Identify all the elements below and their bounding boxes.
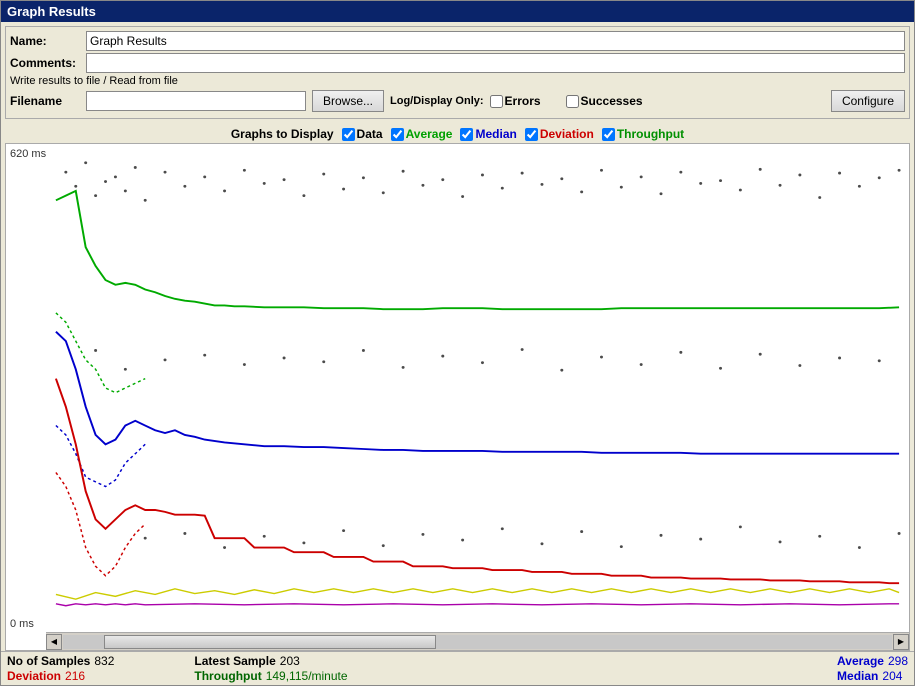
average-checkbox-label[interactable]: Average — [391, 127, 453, 141]
comments-label: Comments: — [10, 56, 80, 70]
yellow-line — [56, 589, 899, 599]
average-label: Average — [837, 654, 884, 668]
data-checkbox[interactable] — [342, 128, 355, 141]
no-of-samples-item: No of Samples 832 — [7, 654, 114, 668]
data-series — [64, 161, 900, 549]
browse-button[interactable]: Browse... — [312, 90, 384, 112]
write-results-label: Write results to file / Read from file — [10, 75, 905, 87]
config-panel: Name: Comments: Write results to file / … — [5, 26, 910, 119]
average-checkbox[interactable] — [391, 128, 404, 141]
window-title: Graph Results — [7, 4, 96, 19]
throughput-value: 149,115/minute — [266, 669, 348, 683]
status-col-3: Average 298 Median 204 — [837, 654, 908, 683]
log-display-section: Log/Display Only: Errors Successes — [390, 94, 643, 108]
average-label: Average — [406, 127, 453, 141]
scroll-thumb[interactable] — [104, 635, 436, 649]
status-bar: No of Samples 832 Deviation 216 Latest S… — [1, 651, 914, 685]
no-of-samples-value: 832 — [94, 654, 114, 668]
errors-checkbox[interactable] — [490, 95, 503, 108]
deviation-label: Deviation — [540, 127, 594, 141]
y-axis-max-label: 620 ms — [10, 148, 46, 160]
deviation-value: 216 — [65, 669, 85, 683]
comments-input[interactable] — [86, 53, 905, 73]
scroll-track[interactable] — [63, 635, 892, 649]
scrollbar[interactable]: ◀ ▶ — [46, 632, 909, 650]
scroll-left-button[interactable]: ◀ — [46, 634, 62, 650]
name-label: Name: — [10, 34, 80, 48]
filename-input[interactable] — [86, 91, 306, 111]
median-checkbox-label[interactable]: Median — [460, 127, 516, 141]
status-col-1: No of Samples 832 Deviation 216 — [7, 654, 114, 683]
median-label: Median — [475, 127, 516, 141]
median-dotted — [56, 426, 145, 487]
title-bar: Graph Results — [1, 1, 914, 22]
filename-label: Filename — [10, 94, 80, 108]
successes-checkbox-label[interactable]: Successes — [566, 94, 643, 108]
average-item: Average 298 — [837, 654, 908, 668]
average-line — [56, 191, 899, 309]
name-input[interactable] — [86, 31, 905, 51]
chart-area: 620 ms 0 ms — [5, 143, 910, 651]
median-checkbox[interactable] — [460, 128, 473, 141]
deviation-line — [56, 379, 899, 584]
throughput-label: Throughput — [617, 127, 684, 141]
chart-canvas — [46, 144, 909, 632]
errors-label: Errors — [505, 94, 541, 108]
data-label: Data — [357, 127, 383, 141]
latest-sample-item: Latest Sample 203 — [194, 654, 347, 668]
scroll-right-button[interactable]: ▶ — [893, 634, 909, 650]
name-row: Name: — [10, 31, 905, 51]
median-item: Median 204 — [837, 669, 908, 683]
deviation-item: Deviation 216 — [7, 669, 114, 683]
median-label: Median — [837, 669, 878, 683]
deviation-checkbox-label[interactable]: Deviation — [525, 127, 594, 141]
throughput-item: Throughput 149,115/minute — [194, 669, 347, 683]
throughput-label: Throughput — [194, 669, 261, 683]
median-line — [56, 332, 899, 454]
main-window: Graph Results Name: Comments: Write resu… — [0, 0, 915, 686]
throughput-line — [56, 604, 899, 606]
comments-row: Comments: — [10, 53, 905, 73]
status-col-2: Latest Sample 203 Throughput 149,115/min… — [194, 654, 347, 683]
errors-checkbox-label[interactable]: Errors — [490, 94, 560, 108]
deviation-checkbox[interactable] — [525, 128, 538, 141]
graphs-to-display-label: Graphs to Display — [231, 127, 334, 141]
chart-svg — [46, 144, 909, 632]
throughput-checkbox[interactable] — [602, 128, 615, 141]
latest-sample-label: Latest Sample — [194, 654, 275, 668]
latest-sample-value: 203 — [280, 654, 300, 668]
graphs-to-display-bar: Graphs to Display Data Average Median De… — [1, 123, 914, 143]
log-display-label: Log/Display Only: — [390, 95, 484, 107]
deviation-label: Deviation — [7, 669, 61, 683]
successes-checkbox[interactable] — [566, 95, 579, 108]
configure-button[interactable]: Configure — [831, 90, 905, 112]
average-value: 298 — [888, 654, 908, 668]
filename-row: Filename Browse... Log/Display Only: Err… — [10, 90, 905, 112]
successes-label: Successes — [581, 94, 643, 108]
throughput-checkbox-label[interactable]: Throughput — [602, 127, 684, 141]
median-value: 204 — [882, 669, 902, 683]
y-axis-min-label: 0 ms — [10, 618, 34, 630]
no-of-samples-label: No of Samples — [7, 654, 90, 668]
data-checkbox-label[interactable]: Data — [342, 127, 383, 141]
